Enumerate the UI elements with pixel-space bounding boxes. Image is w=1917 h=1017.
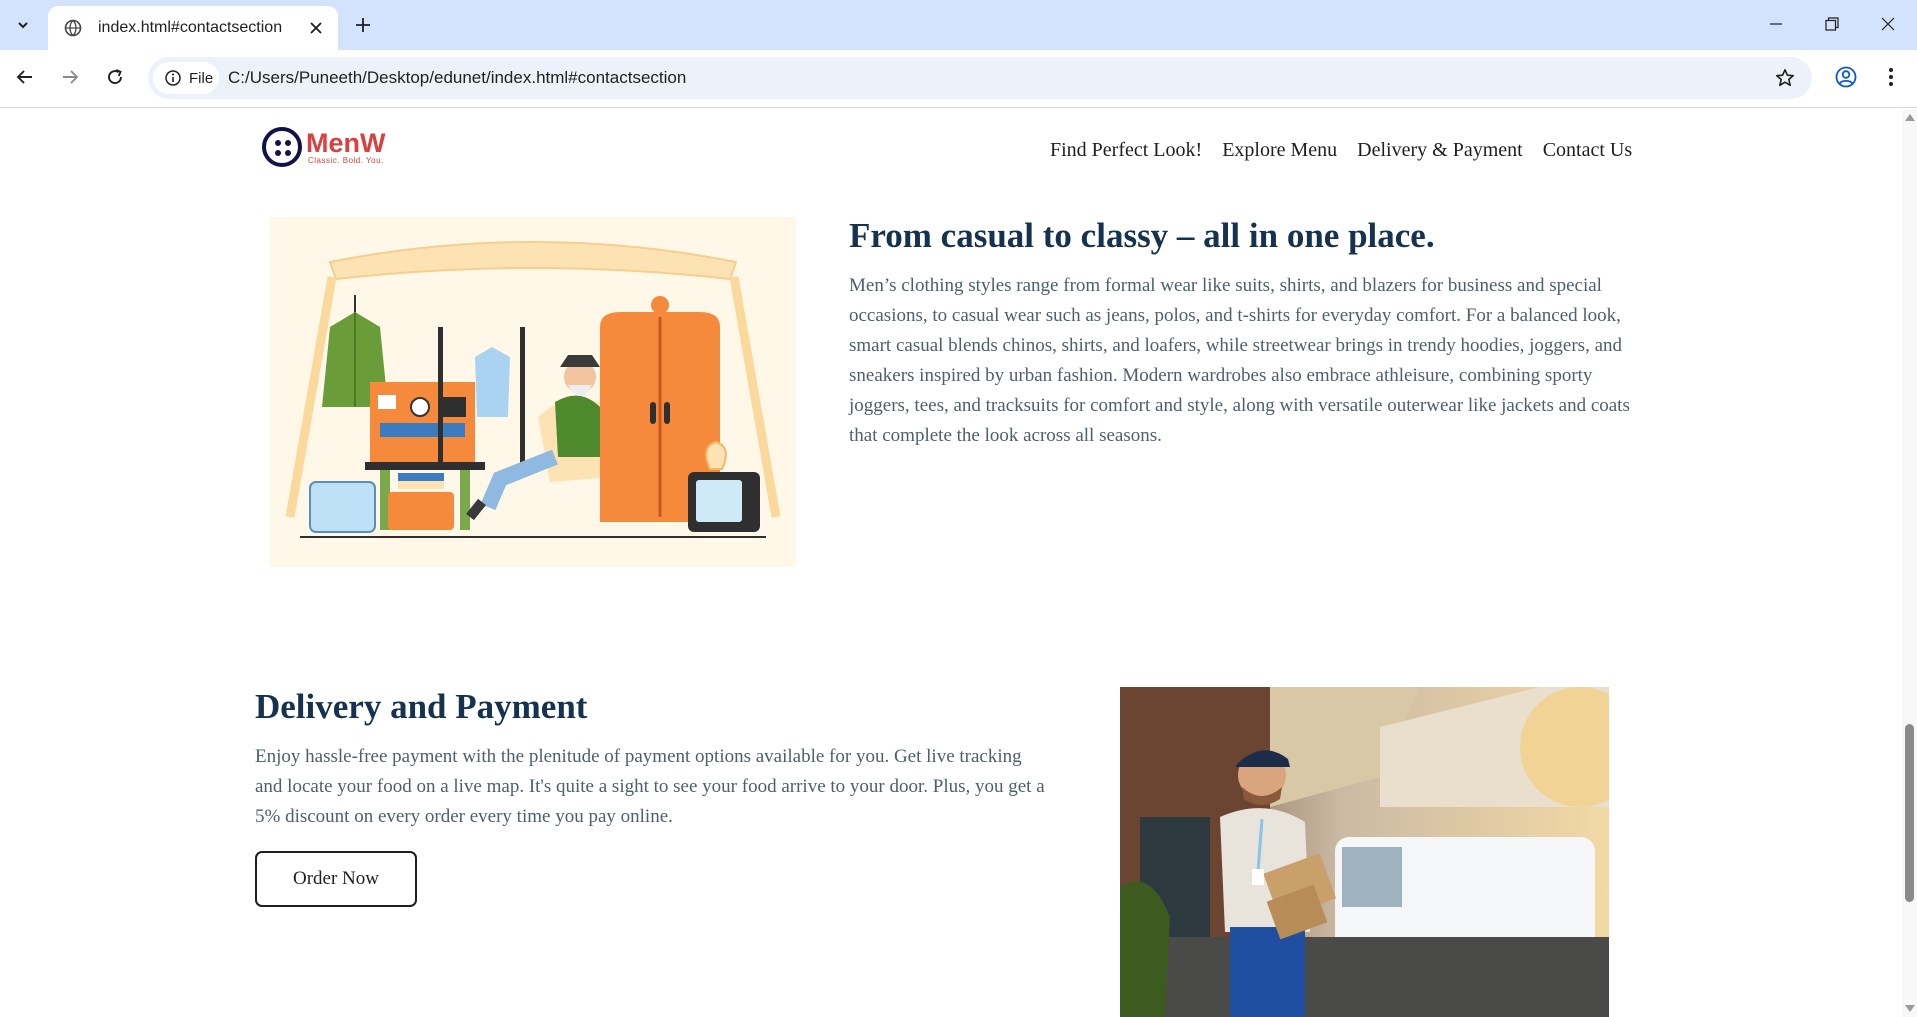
new-tab-button[interactable] [347, 9, 379, 41]
nav-find-perfect-look[interactable]: Find Perfect Look! [1050, 139, 1202, 162]
logo-tagline: Classic. Bold. You. [308, 155, 384, 165]
page-scrollbar[interactable] [1902, 109, 1917, 1017]
scroll-down-arrow-icon[interactable] [1905, 1005, 1915, 1012]
browser-menu-button[interactable] [1873, 59, 1909, 95]
forward-button[interactable] [52, 59, 88, 95]
back-button[interactable] [7, 59, 43, 95]
profile-icon [1835, 66, 1857, 88]
site-header: MenW Classic. Bold. You. Find Perfect Lo… [0, 109, 1902, 189]
reload-button[interactable] [97, 59, 133, 95]
nav-delivery-payment[interactable]: Delivery & Payment [1357, 139, 1523, 162]
site-info-chip[interactable]: File [153, 62, 219, 94]
globe-icon [64, 19, 82, 37]
delivery-man-photo [1120, 687, 1609, 1017]
close-icon [310, 22, 322, 34]
styles-section-text: Men’s clothing styles range from formal … [849, 275, 1630, 446]
browser-tabstrip: index.html#contactsection [0, 0, 1917, 50]
more-vert-icon [1889, 68, 1893, 86]
address-bar[interactable]: File C:/Users/Puneeth/Desktop/edunet/ind… [148, 57, 1812, 99]
browser-tab-active[interactable]: index.html#contactsection [48, 6, 338, 50]
plus-icon [356, 18, 370, 32]
clothing-store-illustration [270, 217, 796, 567]
scrollbar-thumb[interactable] [1905, 724, 1914, 902]
info-icon [165, 70, 181, 86]
delivery-section-text: Enjoy hassle-free payment with the pleni… [255, 746, 1045, 827]
tab-search-button[interactable] [8, 10, 38, 40]
chevron-down-icon [18, 22, 28, 29]
page-viewport: MenW Classic. Bold. You. Find Perfect Lo… [0, 109, 1902, 1017]
styles-section-title: From casual to classy – all in one place… [849, 216, 1435, 255]
bookmark-button[interactable] [1770, 63, 1800, 93]
restore-icon [1825, 17, 1839, 31]
back-arrow-icon [16, 70, 32, 84]
tab-title: index.html#contactsection [98, 19, 283, 36]
forward-arrow-icon [63, 70, 79, 84]
scroll-up-arrow-icon[interactable] [1905, 114, 1915, 121]
reload-icon [108, 69, 122, 84]
nav-explore-menu[interactable]: Explore Menu [1222, 139, 1337, 162]
star-icon [1776, 69, 1794, 87]
delivery-section-title: Delivery and Payment [255, 687, 588, 726]
tab-close-button[interactable] [300, 12, 332, 44]
site-info-label: File [189, 69, 214, 87]
button-logo-icon [262, 127, 302, 167]
url-text[interactable]: C:/Users/Puneeth/Desktop/edunet/index.ht… [228, 68, 686, 88]
minimize-icon [1770, 23, 1782, 25]
nav-contact-us[interactable]: Contact Us [1543, 139, 1632, 162]
logo-wordmark: MenW [306, 127, 386, 158]
minimize-button[interactable] [1747, 0, 1805, 48]
main-nav: Find Perfect Look! Explore Menu Delivery… [1050, 139, 1632, 162]
restore-button[interactable] [1803, 0, 1861, 48]
close-window-icon [1881, 17, 1895, 31]
order-now-button[interactable]: Order Now [255, 851, 417, 907]
browser-toolbar: File C:/Users/Puneeth/Desktop/edunet/ind… [0, 50, 1917, 108]
profile-button[interactable] [1828, 59, 1864, 95]
close-window-button[interactable] [1859, 0, 1917, 48]
site-logo[interactable]: MenW Classic. Bold. You. [262, 127, 385, 167]
